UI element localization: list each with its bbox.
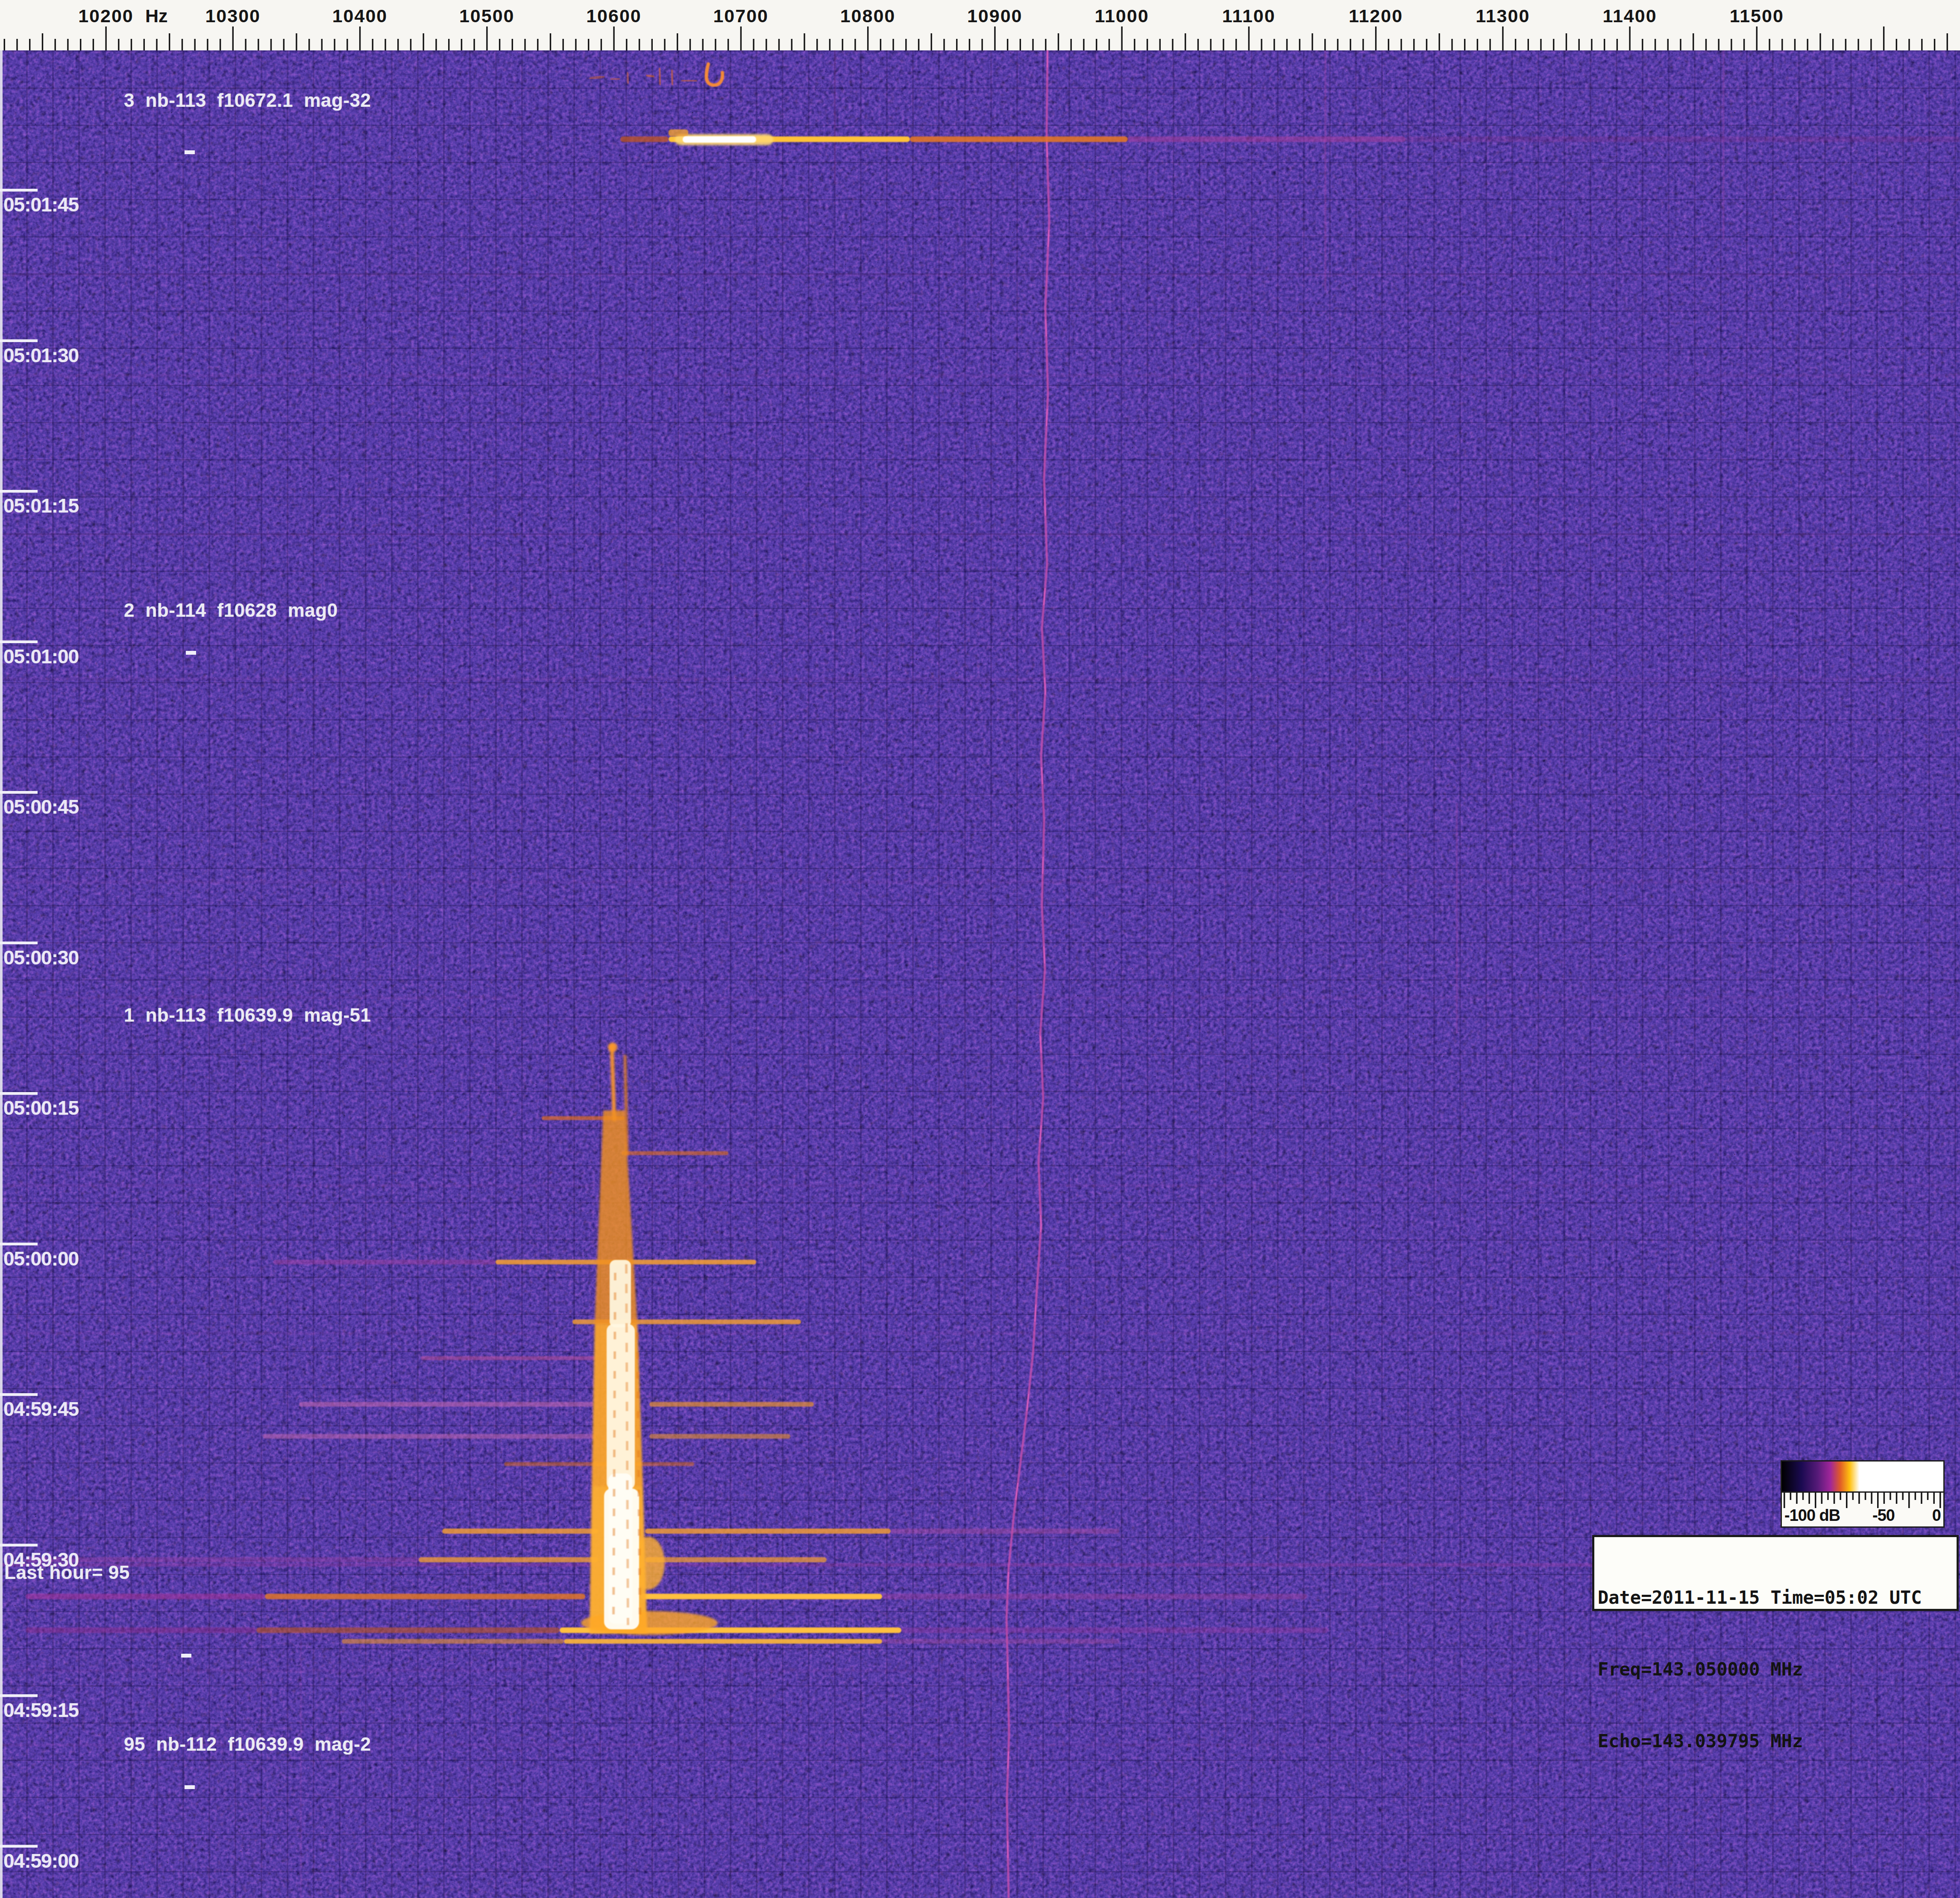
station-info-box: Date=2011-11-15 Time=05:02 UTC Freq=143.… [1592,1535,1959,1611]
time-label: 04:59:00 [3,1849,79,1872]
time-label: 05:00:30 [3,946,79,969]
legend-max-label: 0 [1932,1506,1941,1525]
event-annotation-1: 1 nb-113 f10639.9 mag-51 [124,1005,371,1026]
event-annotation-95: 95 nb-112 f10639.9 mag-2 [124,1734,371,1755]
time-label: 05:01:15 [3,494,79,517]
time-label: 04:59:15 [3,1699,79,1722]
time-label: 05:01:30 [3,344,79,367]
time-label: 05:00:15 [3,1096,79,1119]
legend-min-label: -100 dB [1784,1506,1840,1525]
info-frequency: Freq=143.050000 MHz [1598,1658,1957,1681]
color-gradient-bar [1782,1462,1943,1493]
time-label: 05:01:00 [3,645,79,668]
db-color-legend: -100 dB -50 0 [1781,1460,1945,1528]
time-label: 04:59:30 [3,1548,79,1571]
info-date-time: Date=2011-11-15 Time=05:02 UTC [1598,1586,1957,1610]
spectrogram-app: 1020010300104001050010600107001080010900… [0,0,1960,1898]
info-echo-frequency: Echo=143.039795 MHz [1598,1729,1957,1753]
time-label: 05:00:45 [3,795,79,818]
time-label: 05:00:00 [3,1247,79,1270]
event-annotation-3: 3 nb-113 f10672.1 mag-32 [124,90,371,111]
time-label: 05:01:45 [3,193,79,216]
event-annotation-2: 2 nb-114 f10628 mag0 [124,600,338,621]
time-label: 04:59:45 [3,1397,79,1421]
legend-mid-label: -50 [1872,1506,1895,1525]
